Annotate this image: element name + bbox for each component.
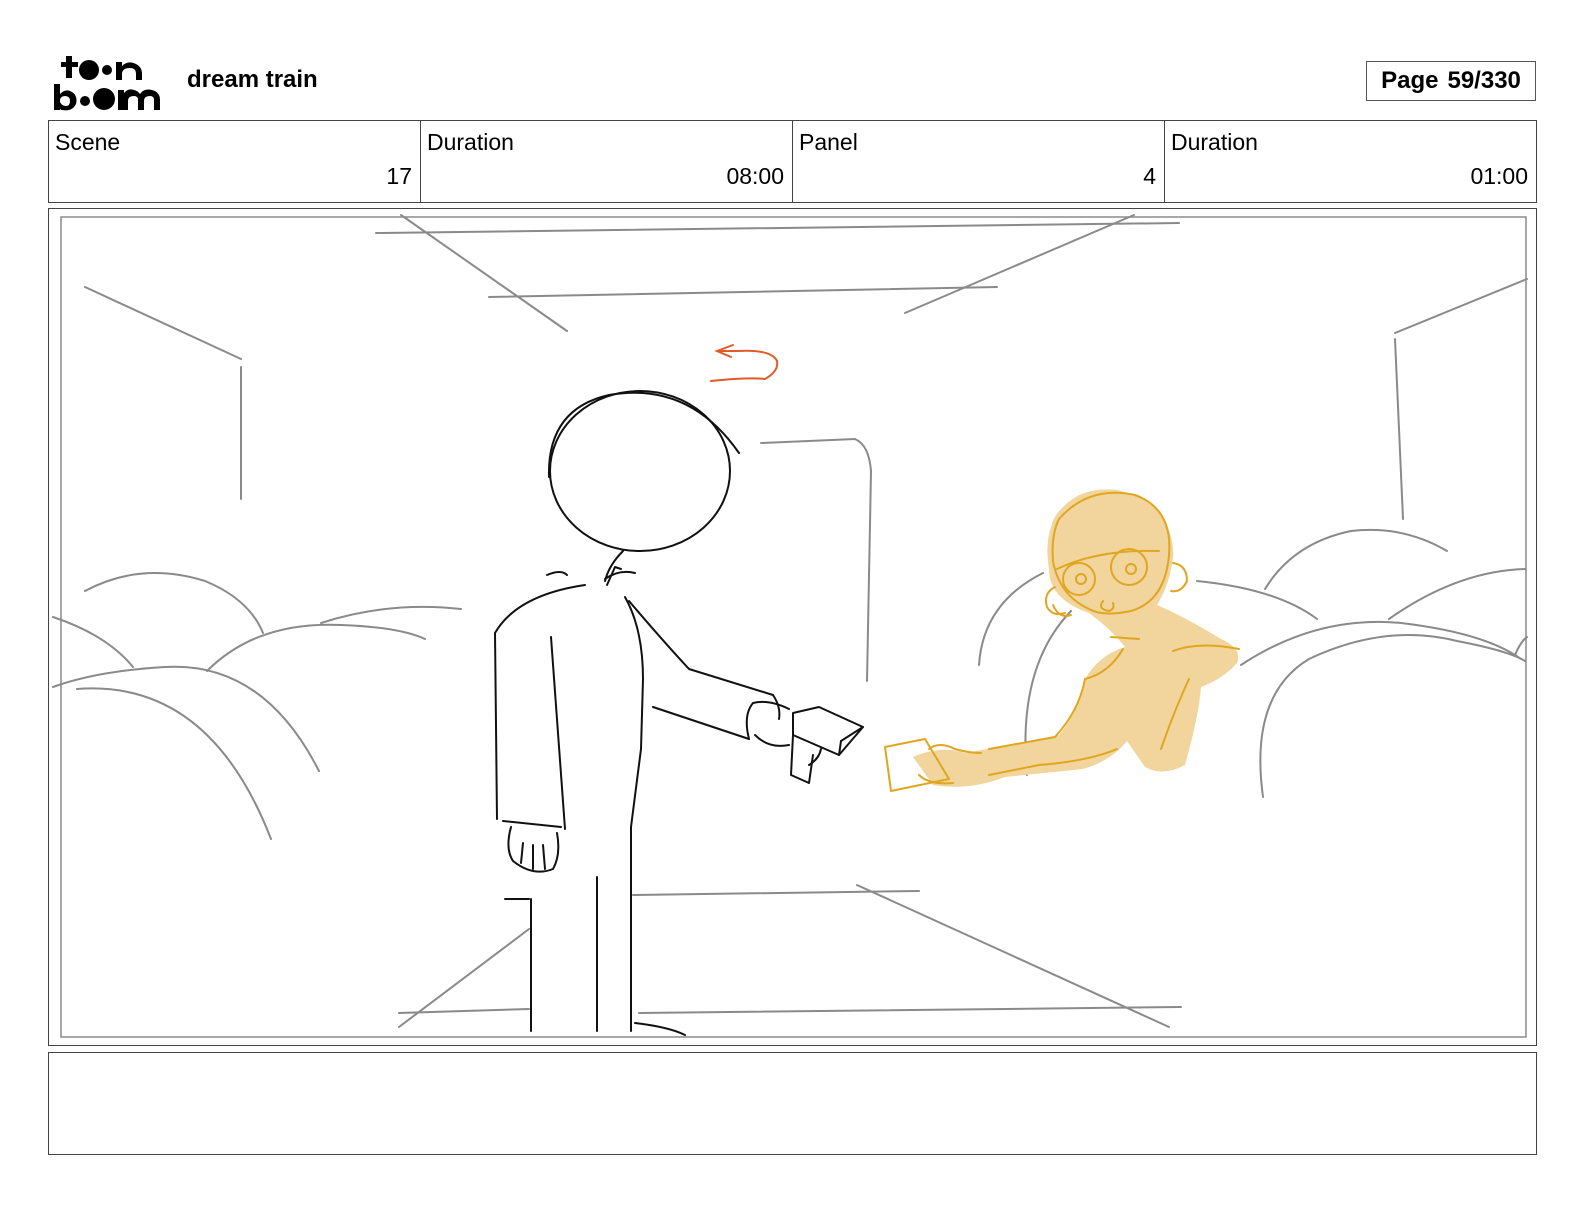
panel-duration-label: Duration [1171, 129, 1258, 155]
man-character [494, 390, 864, 1036]
panel-sketch [52, 214, 1528, 1038]
scene-duration-cell: Duration 08:00 [421, 121, 793, 202]
toon-boom-logo [52, 52, 164, 112]
scene-duration-value: 08:00 [726, 163, 784, 189]
page-label: Page [1381, 67, 1439, 94]
project-title: dream train [187, 66, 318, 93]
panel-value: 4 [1143, 163, 1156, 189]
panel-label: Panel [799, 129, 858, 155]
panel-duration-value: 01:00 [1470, 163, 1528, 189]
panel-caption-box [48, 1052, 1537, 1155]
seated-character [884, 489, 1240, 792]
page-indicator: Page 59/330 [1366, 61, 1536, 101]
scene-duration-label: Duration [427, 129, 514, 155]
panel-duration-cell: Duration 01:00 [1165, 121, 1536, 202]
scene-label: Scene [55, 129, 121, 155]
safe-frame [60, 216, 1527, 1038]
scene-cell: Scene 17 [49, 121, 421, 202]
storyboard-panel [48, 208, 1537, 1046]
panel-cell: Panel 4 [793, 121, 1165, 202]
scene-info-table: Scene 17 Duration 08:00 Panel 4 Duration… [48, 120, 1537, 203]
train-interior-background [52, 214, 1528, 1028]
page-number: 59/330 [1447, 67, 1521, 94]
scene-value: 17 [386, 163, 412, 189]
turn-arrow-icon [710, 344, 779, 382]
